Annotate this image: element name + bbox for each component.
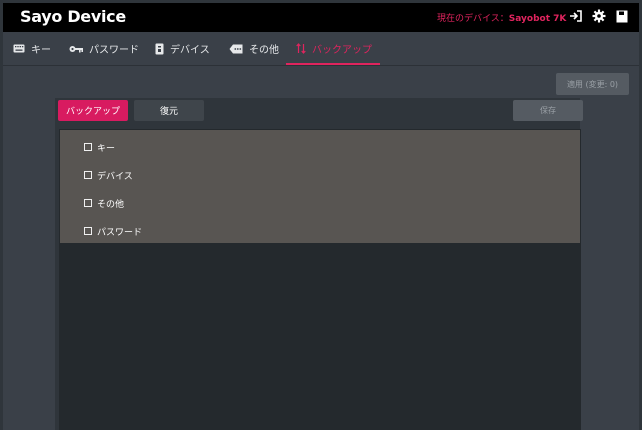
current-device: 現在のデバイス：Sayobot 7K [437,11,566,24]
top-bar: Sayo Device 現在のデバイス：Sayobot 7K [3,3,639,32]
apply-button[interactable]: 適用 (変更: 0) [556,73,629,95]
checkbox-label: その他 [97,199,125,210]
tab-label: キー [31,45,51,56]
checkbox[interactable] [84,143,92,151]
tab-device[interactable]: デバイス [155,32,210,65]
top-icons [569,9,629,23]
checkbox-label: デバイス [97,171,133,182]
tab-label: デバイス [170,45,210,56]
more-icon [229,44,243,54]
tab-label: その他 [249,45,279,56]
checkbox[interactable] [84,199,92,207]
tab-other[interactable]: その他 [229,32,279,65]
backup-item-device[interactable]: デバイス [84,168,133,182]
sort-icon [296,43,306,54]
checkbox[interactable] [84,227,92,235]
save-button[interactable]: 保存 [513,100,583,121]
backup-button[interactable]: バックアップ [58,100,128,121]
app-title: Sayo Device [20,7,126,26]
nav-bar: キー パスワード デバイス その他 バックアップ [3,32,639,66]
tab-label: パスワード [89,45,139,56]
tab-label: バックアップ [312,45,372,56]
gear-icon[interactable] [592,9,606,23]
key-icon [69,45,83,53]
checkbox-label: キー [97,143,116,154]
backup-item-list: キー デバイス その他 パスワード [60,130,580,243]
device-name: Sayobot 7K [508,14,567,24]
restore-button[interactable]: 復元 [134,100,204,121]
backup-item-other[interactable]: その他 [84,196,124,210]
login-icon[interactable] [569,9,583,23]
device-prefix: 現在のデバイス： [437,14,509,24]
backup-item-keys[interactable]: キー [84,140,115,154]
checkbox-label: パスワード [97,227,143,238]
app-window: Sayo Device 現在のデバイス：Sayobot 7K キー パスワード … [3,3,639,430]
keyboard-icon [13,44,25,53]
device-icon [155,43,164,55]
tab-backup[interactable]: バックアップ [286,32,380,65]
backup-item-password[interactable]: パスワード [84,224,142,238]
tab-password[interactable]: パスワード [69,32,139,65]
tab-keys[interactable]: キー [13,32,51,65]
save-icon[interactable] [615,9,629,23]
checkbox[interactable] [84,171,92,179]
